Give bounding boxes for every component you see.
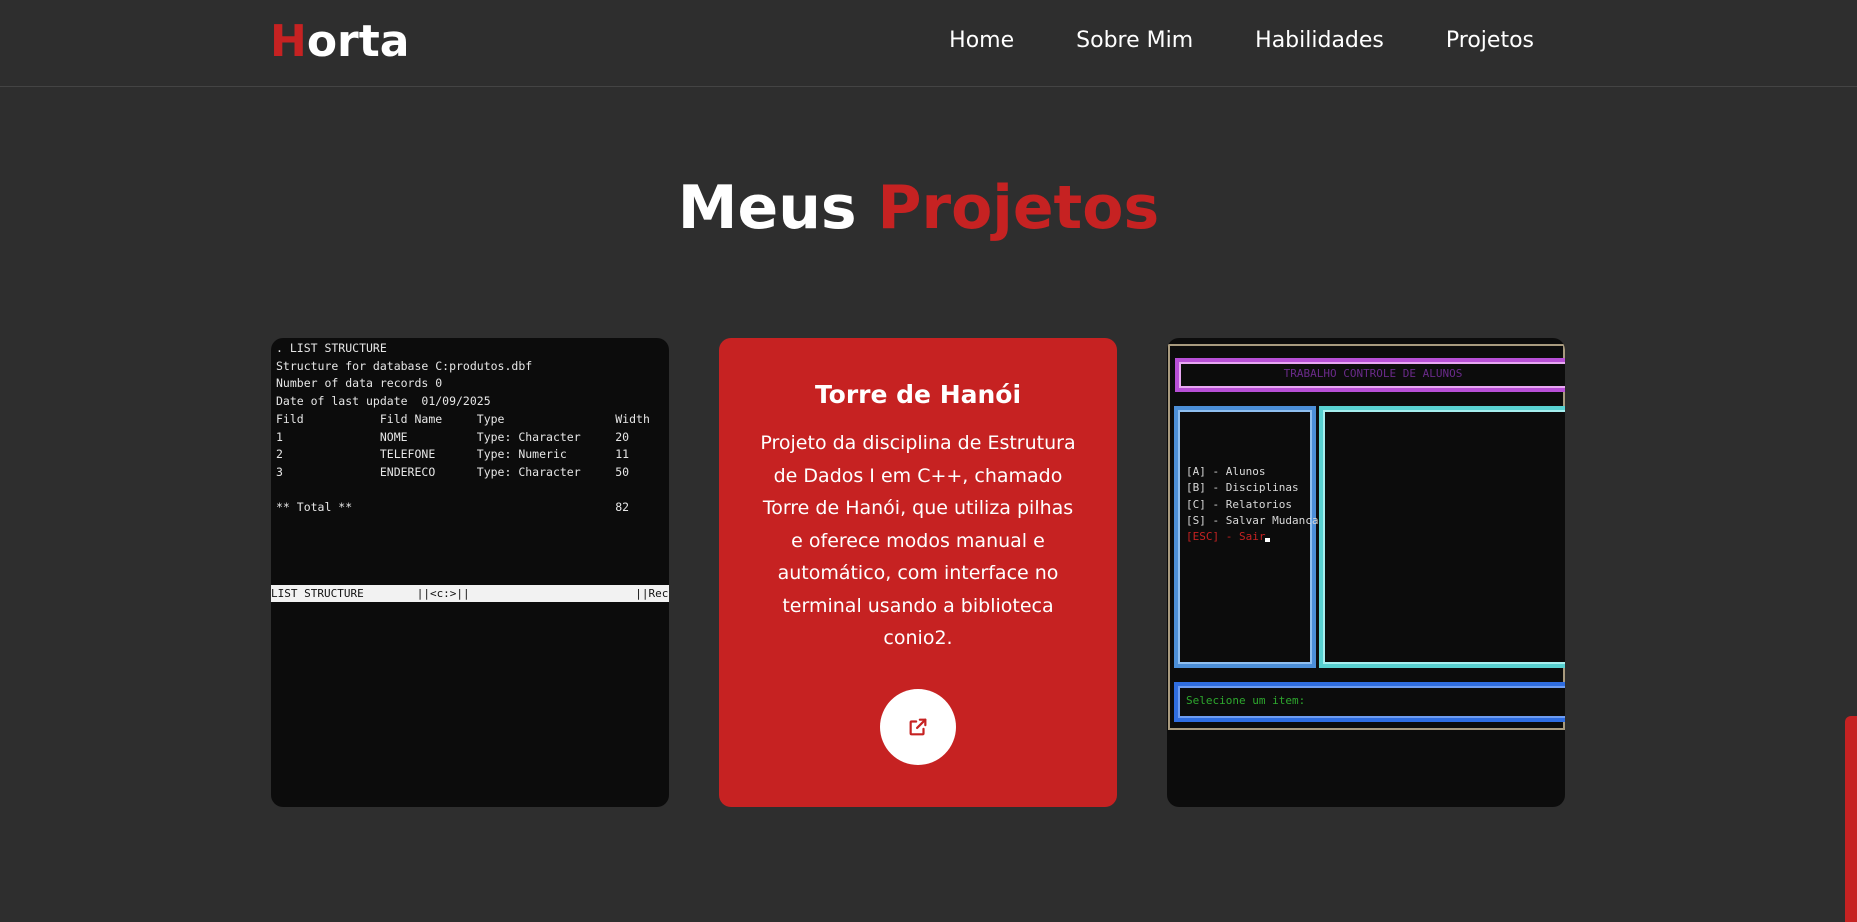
content-panel	[1319, 406, 1565, 668]
title-part-1: Meus	[677, 173, 857, 243]
project-card-dbase[interactable]: . LIST STRUCTURE Structure for database …	[271, 338, 669, 807]
app-title: TRABALHO CONTROLE DE ALUNOS	[1283, 367, 1463, 380]
project-card-alunos[interactable]: TRABALHO CONTROLE DE ALUNOS [A] - Alunos…	[1167, 338, 1565, 807]
section-title: Meus Projetos	[0, 172, 1837, 244]
open-project-button[interactable]	[880, 689, 956, 765]
menu-item-disciplinas: [B] - Disciplinas	[1186, 481, 1299, 495]
nav-home[interactable]: Home	[949, 24, 1014, 58]
logo[interactable]: Horta	[270, 14, 409, 70]
prompt-panel: Selecione um item:	[1174, 682, 1565, 722]
text-cursor	[1265, 538, 1271, 543]
scrollbar-thumb[interactable]	[1845, 716, 1857, 922]
project-title: Torre de Hanói	[814, 380, 1022, 409]
menu-item-sair: [ESC] - Sair	[1186, 530, 1266, 544]
nav-projetos[interactable]: Projetos	[1446, 24, 1534, 58]
logo-initial: H	[270, 16, 307, 67]
main-nav: Home Sobre Mim Habilidades Projetos	[949, 24, 1534, 58]
title-part-2: Projetos	[877, 173, 1160, 243]
project-description: Projeto da disciplina de Estrutura de Da…	[760, 432, 1076, 649]
menu-item-alunos: [A] - Alunos	[1186, 465, 1266, 478]
nav-habilidades[interactable]: Habilidades	[1255, 24, 1384, 58]
terminal-app-frame: TRABALHO CONTROLE DE ALUNOS [A] - Alunos…	[1168, 344, 1565, 730]
site-header: Horta Home Sobre Mim Habilidades Projeto…	[0, 0, 1857, 87]
menu-panel: [A] - Alunos [B] - Disciplinas [C] - Relat…	[1174, 406, 1325, 668]
logo-rest: orta	[306, 16, 410, 67]
menu-item-salvar: [S] - Salvar Mudancas	[1186, 513, 1326, 527]
project-card-hanoi[interactable]: Torre de Hanói Projeto da disciplina de …	[719, 338, 1117, 807]
nav-sobre-mim[interactable]: Sobre Mim	[1076, 24, 1193, 58]
prompt-text: Selecione um item:	[1186, 694, 1306, 707]
terminal-output: . LIST STRUCTURE Structure for database …	[276, 341, 650, 515]
terminal-status-bar: LIST STRUCTURE ||<c:>|| ||Rec	[271, 585, 669, 602]
menu-item-relatorios: [C] - Relatorios	[1186, 497, 1292, 511]
external-link-icon	[909, 718, 927, 736]
menu-list: [A] - Alunos [B] - Disciplinas [C] - Relat…	[1186, 464, 1325, 545]
app-title-bar: TRABALHO CONTROLE DE ALUNOS	[1175, 358, 1565, 392]
